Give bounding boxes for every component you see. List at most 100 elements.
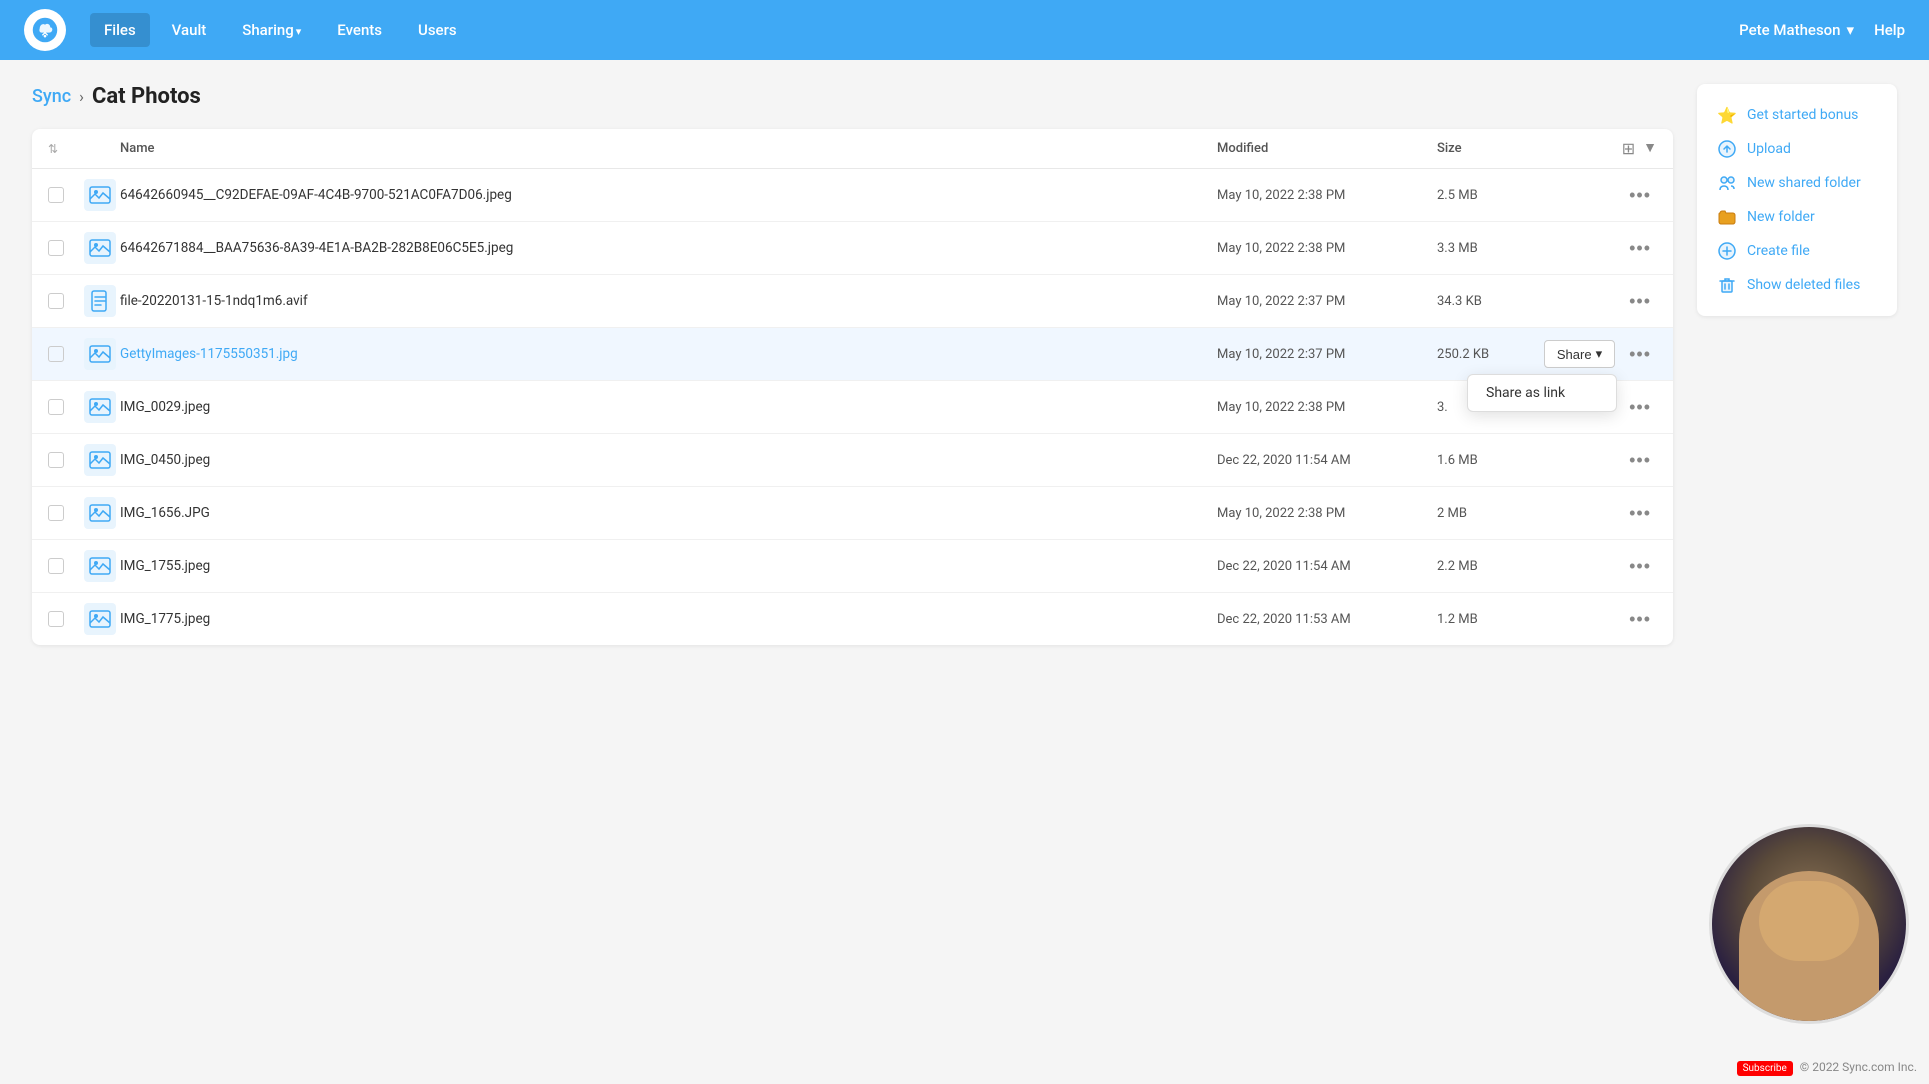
header-view-actions: ⊞ ▼ [1597,139,1657,158]
footer: Subscribe © 2022 Sync.com Inc. [1737,1060,1917,1076]
row-checkbox[interactable] [48,611,64,627]
row-checkbox[interactable] [48,187,64,203]
header-sort-icon[interactable]: ⇅ [48,142,84,156]
nav-vault[interactable]: Vault [158,13,221,47]
row-checkbox[interactable] [48,346,64,362]
sidebar-item-new-shared-folder[interactable]: New shared folder [1713,166,1881,200]
file-more-button[interactable]: ••• [1623,183,1657,208]
nav-events[interactable]: Events [323,13,396,47]
sidebar-panel: ⭐ Get started bonus Upload New shared fo… [1697,84,1897,316]
header-modified: Modified [1217,141,1437,156]
file-name[interactable]: IMG_0029.jpeg [120,399,1217,415]
file-more-button[interactable]: ••• [1623,236,1657,261]
file-more-button[interactable]: ••• [1623,395,1657,420]
file-modified: May 10, 2022 2:38 PM [1217,506,1437,521]
share-button[interactable]: Share ▾ [1544,340,1615,368]
table-header: ⇅ Name Modified Size ⊞ ▼ [32,129,1673,169]
folder-icon [1717,207,1737,227]
nav-sharing[interactable]: Sharing▾ [228,13,315,47]
create-file-icon [1717,241,1737,261]
navbar: Files Vault Sharing▾ Events Users Pete M… [0,0,1929,60]
row-checkbox[interactable] [48,240,64,256]
table-row: IMG_0029.jpeg May 10, 2022 2:38 PM 3. ••… [32,381,1673,434]
file-modified: May 10, 2022 2:37 PM [1217,294,1437,309]
file-name[interactable]: file-20220131-15-1ndq1m6.avif [120,293,1217,309]
share-as-link-option[interactable]: Share as link [1468,375,1616,411]
row-checkbox[interactable] [48,293,64,309]
row-checkbox[interactable] [48,399,64,415]
table-row: GettyImages-1175550351.jpg May 10, 2022 … [32,328,1673,381]
file-size: 34.3 KB [1437,294,1597,309]
file-name[interactable]: GettyImages-1175550351.jpg [120,346,1217,362]
file-actions: ••• [1597,448,1657,473]
file-name[interactable]: IMG_0450.jpeg [120,452,1217,468]
table-row: 64642671884__BAA75636-8A39-4E1A-BA2B-282… [32,222,1673,275]
file-icon-image [84,550,116,582]
sidebar-item-create-file[interactable]: Create file [1713,234,1881,268]
sidebar-item-upload[interactable]: Upload [1713,132,1881,166]
file-name[interactable]: IMG_1755.jpeg [120,558,1217,574]
file-more-button[interactable]: ••• [1623,448,1657,473]
table-row: file-20220131-15-1ndq1m6.avif May 10, 20… [32,275,1673,328]
file-more-button[interactable]: ••• [1623,554,1657,579]
file-name[interactable]: IMG_1656.JPG [120,505,1217,521]
breadcrumb-parent[interactable]: Sync [32,86,71,107]
file-name[interactable]: IMG_1775.jpeg [120,611,1217,627]
filter-icon[interactable]: ▼ [1643,139,1657,158]
file-actions: ••• [1597,607,1657,632]
sidebar: ⭐ Get started bonus Upload New shared fo… [1697,84,1897,645]
file-actions: ••• [1597,554,1657,579]
app-logo[interactable] [24,9,66,51]
table-row: IMG_0450.jpeg Dec 22, 2020 11:54 AM 1.6 … [32,434,1673,487]
file-modified: Dec 22, 2020 11:54 AM [1217,559,1437,574]
file-size: 3.3 MB [1437,241,1597,256]
file-actions: ••• [1597,236,1657,261]
nav-files[interactable]: Files [90,13,150,47]
file-size: 2.5 MB [1437,188,1597,203]
navbar-right: Pete Matheson ▾ Help [1739,21,1905,39]
nav-users[interactable]: Users [404,13,471,47]
file-size: 2 MB [1437,506,1597,521]
file-icon-doc [84,285,116,317]
breadcrumb-current: Cat Photos [92,84,201,109]
file-modified: May 10, 2022 2:37 PM [1217,347,1437,362]
row-checkbox[interactable] [48,452,64,468]
help-link[interactable]: Help [1874,21,1905,39]
file-icon-image [84,603,116,635]
file-modified: Dec 22, 2020 11:53 AM [1217,612,1437,627]
file-table: ⇅ Name Modified Size ⊞ ▼ 64642660945__C9… [32,129,1673,645]
sidebar-item-show-deleted-files[interactable]: Show deleted files [1713,268,1881,302]
breadcrumb: Sync › Cat Photos [32,84,1673,109]
file-actions: Share ▾ ••• [1597,340,1657,368]
file-area: Sync › Cat Photos ⇅ Name Modified Size ⊞… [32,84,1673,645]
trash-icon [1717,275,1737,295]
file-icon-image [84,179,116,211]
file-name[interactable]: 64642660945__C92DEFAE-09AF-4C4B-9700-521… [120,187,1217,203]
file-more-button[interactable]: ••• [1623,342,1657,367]
table-row: IMG_1755.jpeg Dec 22, 2020 11:54 AM 2.2 … [32,540,1673,593]
main-content: Sync › Cat Photos ⇅ Name Modified Size ⊞… [0,60,1929,669]
file-actions: ••• [1597,183,1657,208]
file-more-button[interactable]: ••• [1623,607,1657,632]
file-modified: Dec 22, 2020 11:54 AM [1217,453,1437,468]
avatar [1709,824,1909,1024]
file-more-button[interactable]: ••• [1623,289,1657,314]
file-more-button[interactable]: ••• [1623,501,1657,526]
copyright-text: © 2022 Sync.com Inc. [1800,1060,1917,1074]
row-checkbox[interactable] [48,505,64,521]
youtube-badge[interactable]: Subscribe [1737,1061,1793,1076]
grid-view-icon[interactable]: ⊞ [1622,139,1635,158]
sidebar-item-new-folder[interactable]: New folder [1713,200,1881,234]
header-name[interactable]: Name [120,141,1217,156]
row-checkbox[interactable] [48,558,64,574]
table-row: 64642660945__C92DEFAE-09AF-4C4B-9700-521… [32,169,1673,222]
file-icon-image [84,338,116,370]
file-icon-image [84,497,116,529]
header-size: Size [1437,141,1597,156]
file-icon-image [84,391,116,423]
file-name[interactable]: 64642671884__BAA75636-8A39-4E1A-BA2B-282… [120,240,1217,256]
sidebar-item-get-started-bonus[interactable]: ⭐ Get started bonus [1713,98,1881,132]
file-icon-image [84,444,116,476]
star-icon: ⭐ [1717,105,1737,125]
user-menu[interactable]: Pete Matheson ▾ [1739,21,1854,39]
